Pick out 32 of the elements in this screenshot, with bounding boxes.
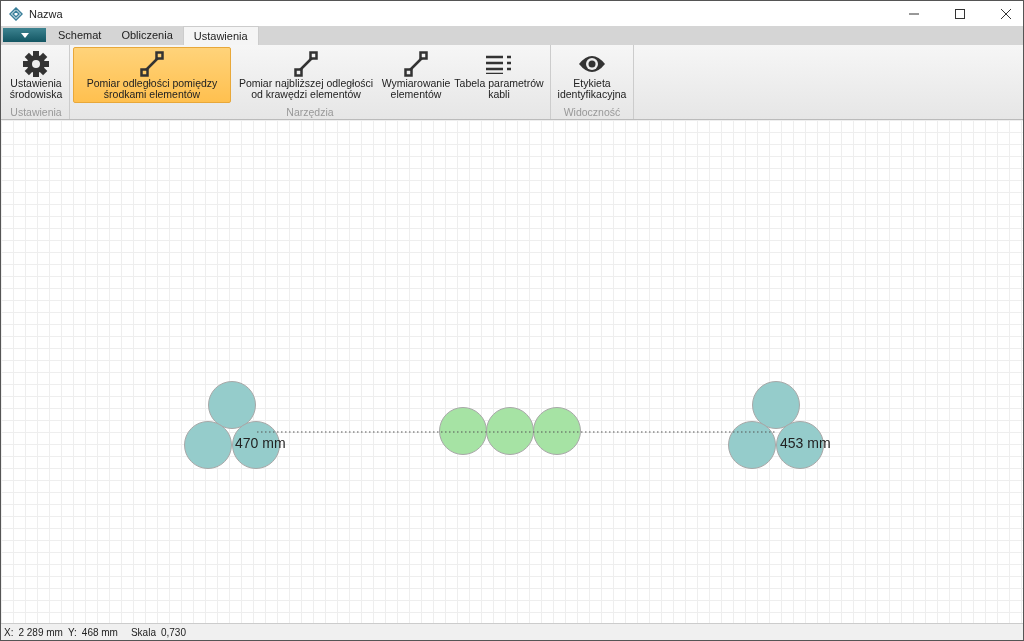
close-icon <box>1000 7 1012 20</box>
ribbon-button[interactable]: Pomiar odległości pomiędzy środkami elementów <box>73 47 231 103</box>
ribbon-tab[interactable]: Schemat <box>48 26 112 45</box>
ribbon-tab[interactable]: Obliczenia <box>111 26 183 45</box>
scale-label: Skala <box>130 626 156 638</box>
ribbon-button[interactable]: Tabela parametrów kabli <box>451 47 547 103</box>
group-label: Ustawienia <box>10 106 62 119</box>
scale-value: 0,730 <box>160 626 186 638</box>
group-label: Narzędzia <box>286 106 334 119</box>
coordinate-value: 468 mm <box>81 626 118 638</box>
distance-label: 470 mm <box>235 435 286 451</box>
measure-line-icon <box>293 51 319 77</box>
distance-label: 453 mm <box>780 435 831 451</box>
group-label: Widoczność <box>563 106 621 119</box>
gear-icon <box>22 50 50 78</box>
app-logo-icon <box>9 6 23 21</box>
coordinate-label: Y: <box>67 626 77 638</box>
caret-icon <box>20 32 29 38</box>
measure-line-icon <box>139 51 165 77</box>
eye-icon <box>578 54 606 74</box>
ribbon-button[interactable]: Pomiar najbliższej odległości od krawędzi elementów <box>231 47 381 103</box>
coordinate-label: X: <box>4 626 14 638</box>
ribbon-button[interactable]: Etykieta identyfikacyjna <box>554 47 630 103</box>
ribbon-tab[interactable]: Ustawienia <box>182 26 259 45</box>
list-icon <box>486 54 512 74</box>
app-menu-button[interactable] <box>3 28 46 42</box>
maximize-icon <box>954 7 966 20</box>
ribbon-button[interactable]: Wymiarowanie elementów <box>381 47 451 103</box>
measure-line-icon <box>403 51 429 77</box>
ribbon-button[interactable]: Ustawienia środowiska <box>6 47 66 103</box>
window-title: Nazwa <box>29 7 63 20</box>
coordinate-value: 2 289 mm <box>18 626 63 638</box>
